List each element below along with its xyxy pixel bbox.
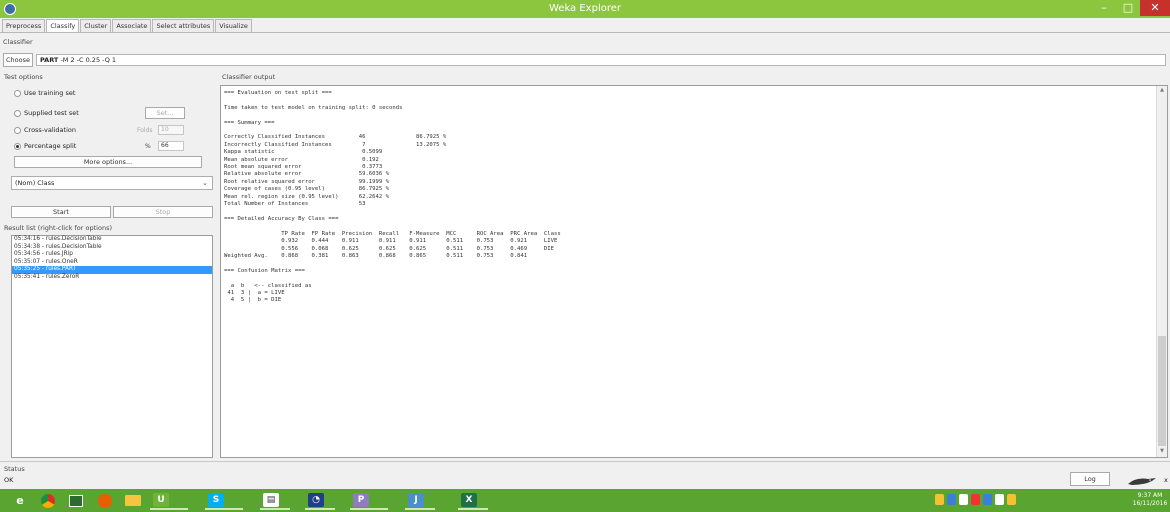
status-value: OK <box>4 476 14 484</box>
more-options-button[interactable]: More options... <box>14 156 202 168</box>
close-button[interactable]: ✕ <box>1140 0 1170 16</box>
task-count-label: x 0 <box>1164 476 1170 484</box>
tray-icon[interactable] <box>1007 494 1016 505</box>
classifier-output-panel[interactable]: === Evaluation on test split === Time ta… <box>220 85 1168 458</box>
taskbar-app-paint[interactable]: P <box>350 491 388 510</box>
taskbar-app-skype[interactable]: S <box>205 491 243 510</box>
skype-icon: S <box>208 492 224 507</box>
clock-time: 9:37 AM <box>1137 492 1163 499</box>
result-item[interactable]: 05:35:41 - rules.ZeroR <box>12 274 212 282</box>
radio-icon[interactable] <box>14 110 21 117</box>
radio-icon[interactable] <box>14 127 21 134</box>
tray-icon[interactable] <box>935 494 944 505</box>
weka-bird-icon[interactable] <box>1126 475 1164 487</box>
chrome-icon[interactable] <box>38 491 58 510</box>
tray-icon[interactable] <box>971 494 980 505</box>
classifier-output-label: Classifier output <box>222 73 276 81</box>
log-button[interactable]: Log <box>1070 472 1110 486</box>
scroll-up-arrow-icon[interactable]: ▲ <box>1157 87 1167 95</box>
radio-selected-icon[interactable] <box>14 143 21 150</box>
tab-select-attributes[interactable]: Select attributes <box>152 19 215 32</box>
scrollbar-thumb[interactable] <box>1158 336 1166 446</box>
tray-icon[interactable] <box>947 494 956 505</box>
maximize-button[interactable]: □ <box>1117 0 1139 16</box>
result-list: 05:34:16 - rules.DecisionTable 05:34:38 … <box>11 235 213 458</box>
taskbar-app-java[interactable]: J <box>405 491 435 510</box>
class-attribute-value: (Nom) Class <box>15 179 55 187</box>
minimize-button[interactable]: – <box>1093 0 1115 16</box>
result-item[interactable]: 05:34:16 - rules.DecisionTable <box>12 236 212 244</box>
classifier-output-text: === Evaluation on test split === Time ta… <box>224 90 561 304</box>
document-icon: ▤ <box>263 492 279 507</box>
choose-button[interactable]: Choose <box>3 53 33 67</box>
percentage-split-label: Percentage split <box>24 142 77 150</box>
taskbar-clock[interactable]: 9:37 AM 16/11/2016 <box>1130 492 1170 508</box>
result-item[interactable]: 05:34:38 - rules.DecisionTable <box>12 244 212 252</box>
tab-preprocess[interactable]: Preprocess <box>2 19 46 32</box>
folder-icon[interactable] <box>123 491 143 510</box>
system-tray[interactable] <box>935 494 1019 505</box>
folds-label: Folds <box>137 127 153 134</box>
taskbar-app-upwork[interactable]: U <box>150 491 188 510</box>
status-bar <box>0 461 1170 489</box>
tray-icon[interactable] <box>995 494 1004 505</box>
firefox-icon[interactable] <box>95 491 115 510</box>
taskbar-app-document[interactable]: ▤ <box>260 491 290 510</box>
start-button[interactable]: Start <box>11 206 111 218</box>
classifier-config-field[interactable]: PART -M 2 -C 0.25 -Q 1 <box>36 54 1166 66</box>
taskbar-app-weka[interactable]: ◔ <box>305 491 335 510</box>
app-icon[interactable] <box>66 491 86 510</box>
result-item[interactable]: 05:35:07 - rules.OneR <box>12 259 212 267</box>
classifier-section-label: Classifier <box>3 38 33 46</box>
folds-input[interactable]: 10 <box>158 125 184 135</box>
result-item[interactable]: 05:34:56 - rules.JRip <box>12 251 212 259</box>
tab-strip: Preprocess Classify Cluster Associate Se… <box>0 19 253 33</box>
supplied-test-set-label: Supplied test set <box>24 109 79 117</box>
cross-validation-option[interactable]: Cross-validation <box>14 125 76 136</box>
ie-icon[interactable]: e <box>10 491 30 510</box>
taskbar-app-excel[interactable]: X <box>458 491 488 510</box>
classifier-options: -M 2 -C 0.25 -Q 1 <box>60 56 117 64</box>
percentage-split-option[interactable]: Percentage split <box>14 141 76 152</box>
tray-icon[interactable] <box>959 494 968 505</box>
weka-icon: ◔ <box>308 492 324 507</box>
tab-classify[interactable]: Classify <box>46 19 80 32</box>
tab-divider <box>0 32 1170 33</box>
result-list-label: Result list (right-click for options) <box>4 224 112 232</box>
percent-label: % <box>145 143 151 150</box>
use-training-set-option[interactable]: Use training set <box>14 88 75 99</box>
scroll-down-arrow-icon[interactable]: ▼ <box>1157 448 1167 456</box>
title-bar: Weka Explorer – □ ✕ <box>0 0 1170 18</box>
tab-associate[interactable]: Associate <box>112 19 152 32</box>
tab-visualize[interactable]: Visualize <box>215 19 252 32</box>
classifier-name: PART <box>40 56 59 64</box>
chevron-down-icon: ⌄ <box>202 179 208 187</box>
supplied-test-set-option[interactable]: Supplied test set <box>14 108 79 119</box>
set-test-set-button[interactable]: Set... <box>145 107 185 119</box>
cross-validation-label: Cross-validation <box>24 126 76 134</box>
tray-icon[interactable] <box>983 494 992 505</box>
use-training-set-label: Use training set <box>24 89 76 97</box>
class-attribute-select[interactable]: (Nom) Class ⌄ <box>11 176 213 190</box>
app-icon: U <box>153 492 169 507</box>
excel-icon: X <box>461 492 477 507</box>
result-item-selected[interactable]: 05:35:25 - rules.PART <box>12 266 212 274</box>
taskbar: e U S ▤ ◔ P J X 9:37 AM 16/11/2016 <box>0 489 1170 512</box>
status-label: Status <box>4 465 25 473</box>
output-scrollbar[interactable]: ▲ ▼ <box>1156 86 1167 457</box>
radio-icon[interactable] <box>14 90 21 97</box>
stop-button[interactable]: Stop <box>113 206 213 218</box>
window-title: Weka Explorer <box>548 3 621 14</box>
test-options-label: Test options <box>4 73 43 81</box>
tab-cluster[interactable]: Cluster <box>80 19 112 32</box>
clock-date: 16/11/2016 <box>1132 500 1168 507</box>
percentage-input[interactable]: 66 <box>158 141 184 151</box>
java-icon: J <box>408 492 424 507</box>
paint-icon: P <box>353 492 369 507</box>
